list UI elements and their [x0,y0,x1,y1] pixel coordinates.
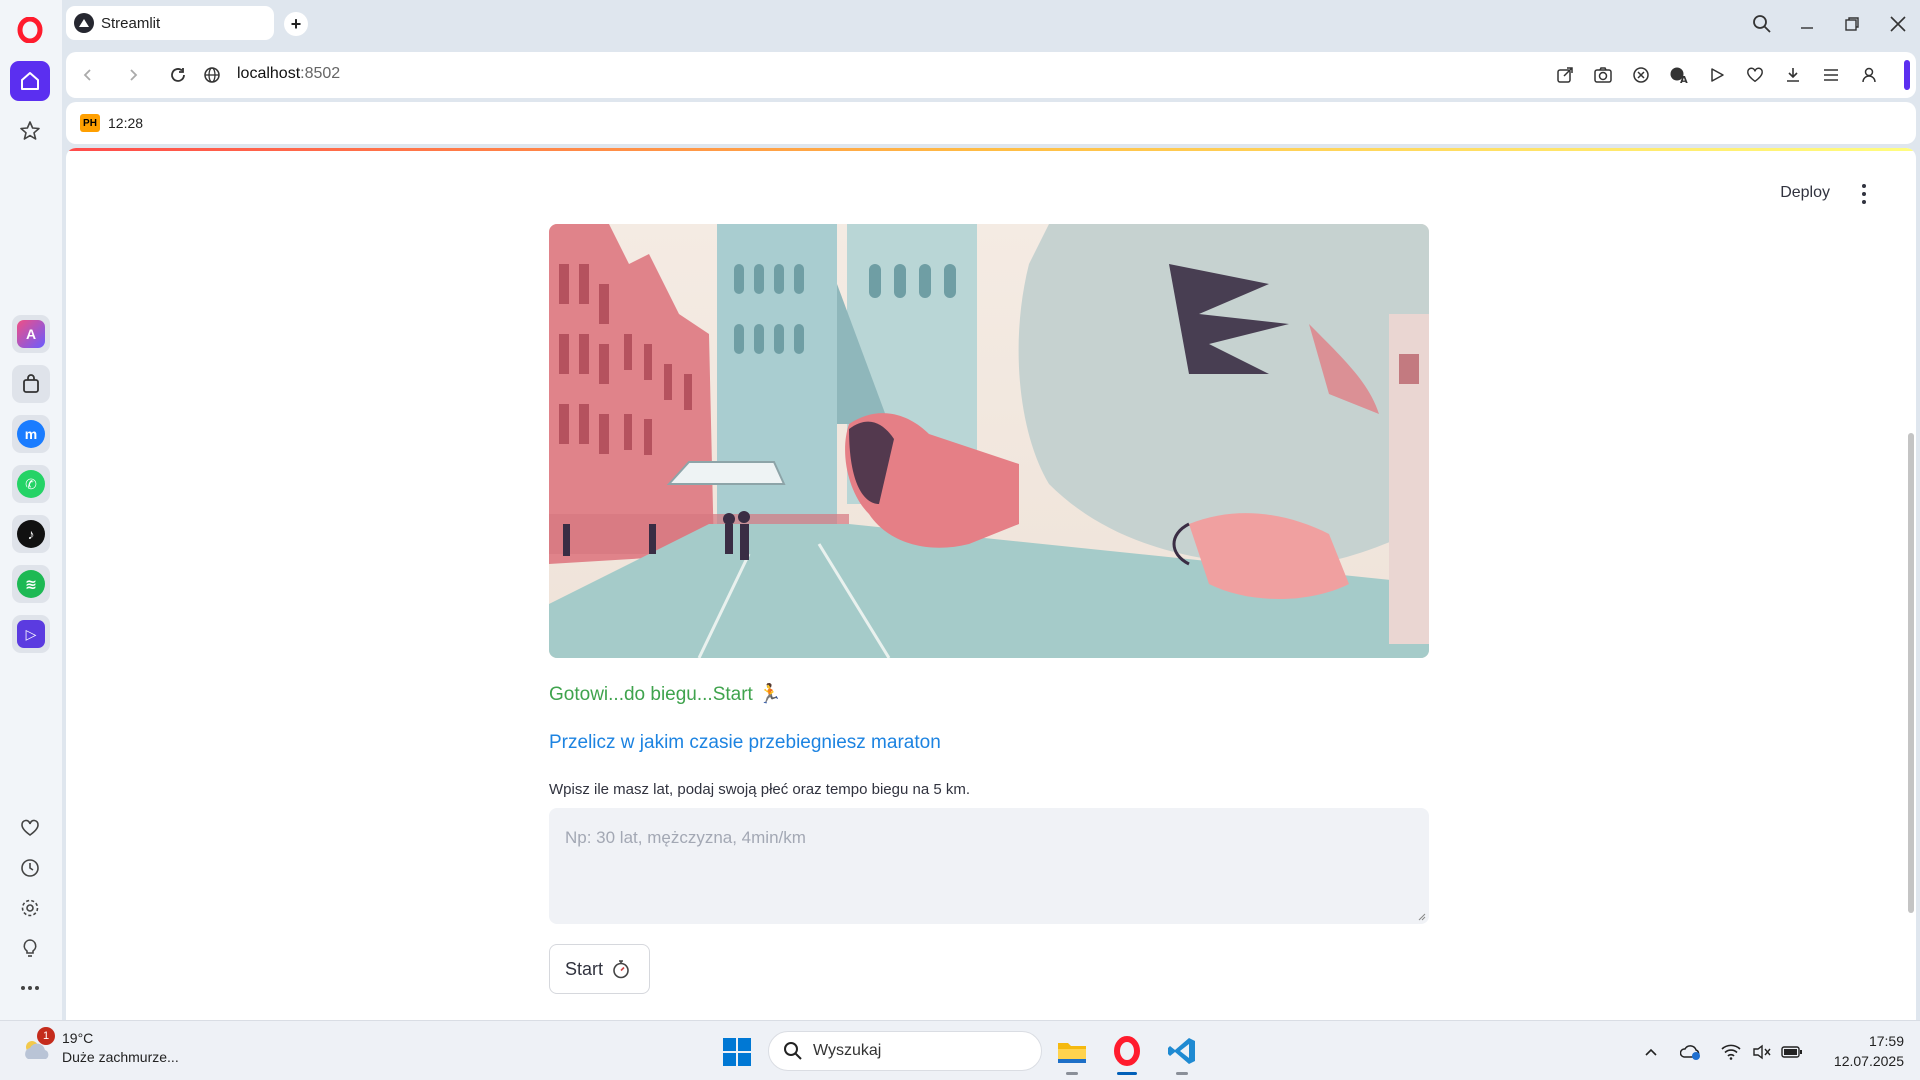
runner-info-textarea[interactable]: Np: 30 lat, mężczyzna, 4min/km [549,808,1429,924]
tab-title: Streamlit [101,14,161,32]
search-label: Wyszukaj [813,1042,882,1059]
search-tabs-icon[interactable] [1748,10,1776,38]
taskbar: 1 19°C Duże zachmurze... Wyszukaj 17:59 … [0,1020,1920,1080]
battery-icon[interactable] [1781,1041,1803,1063]
flow-icon[interactable] [1705,63,1729,87]
player-icon[interactable]: ▷ [12,615,50,653]
page-subheader: Przelicz w jakim czasie przebiegniesz ma… [549,732,941,753]
site-info-icon[interactable] [200,63,224,87]
restore-icon[interactable] [1838,10,1866,38]
shopping-bag-icon[interactable] [12,365,50,403]
opera-sidebar: A m ✆ ♪ ≋ ▷ [0,0,62,1020]
settings-icon[interactable] [10,888,50,928]
camera-icon[interactable] [1591,63,1615,87]
opera-logo-icon[interactable] [10,10,50,50]
start-button[interactable]: Start [549,944,651,994]
windows-start-icon[interactable] [722,1037,752,1067]
search-icon [784,1042,802,1060]
heart-icon[interactable] [1743,63,1767,87]
forward-icon[interactable] [121,63,145,87]
tiktok-icon[interactable]: ♪ [12,515,50,553]
ready-message: Gotowi...do biegu...Start 🏃 [549,684,782,705]
star-icon[interactable] [10,111,50,151]
more-icon[interactable] [10,968,50,1008]
streamlit-decoration-bar [66,148,1916,151]
main-menu-icon[interactable] [1854,182,1874,206]
new-tab-button[interactable]: + [284,12,308,36]
weather-desc: Duże zachmurze... [62,1049,179,1065]
scrollbar[interactable] [1908,433,1914,913]
clock-time: 17:59 [1868,1033,1904,1049]
start-button-label: Start [565,958,604,979]
url-port: :8502 [300,65,341,82]
bookmark-favicon-icon: PH [80,114,100,132]
menu-icon[interactable] [1819,63,1843,87]
profile-icon[interactable] [1857,63,1881,87]
url-host: localhost [237,65,301,82]
input-label: Wpisz ile masz lat, podaj swoją płeć ora… [549,781,971,798]
hero-image [549,224,1429,658]
vscode-icon[interactable] [1162,1031,1202,1075]
adblock-icon[interactable] [1629,63,1653,87]
address-bar: localhost:8502 A [66,52,1916,98]
taskbar-search[interactable]: Wyszukaj [768,1031,1042,1071]
download-icon[interactable] [1781,63,1805,87]
weather-widget[interactable]: 1 19°C Duże zachmurze... [20,1027,179,1067]
translate-icon[interactable]: A [1667,63,1691,87]
heart-icon[interactable] [10,808,50,848]
url-field[interactable]: localhost:8502 [237,65,340,83]
bookmarks-bar: PH 12:28 [66,102,1916,144]
history-icon[interactable] [10,848,50,888]
file-explorer-icon[interactable] [1052,1031,1092,1075]
bookmark-item[interactable]: 12:28 [108,115,143,131]
minimize-icon[interactable] [1793,10,1821,38]
bulb-icon[interactable] [10,928,50,968]
share-icon[interactable] [1553,63,1577,87]
system-clock[interactable]: 17:59 12.07.2025 [1834,1031,1904,1071]
textarea-placeholder: Np: 30 lat, mężczyzna, 4min/km [565,828,806,847]
streamlit-favicon-icon [74,13,94,33]
main-content: Gotowi...do biegu...Start 🏃 Przelicz w j… [549,224,1429,994]
back-icon[interactable] [76,63,100,87]
home-icon[interactable] [10,61,50,101]
volume-muted-icon[interactable] [1751,1041,1773,1063]
tab-strip: Streamlit + [62,0,1920,48]
whatsapp-icon[interactable]: ✆ [12,465,50,503]
weather-temp: 19°C [62,1030,94,1046]
clock-date: 12.07.2025 [1833,1053,1904,1069]
messenger-icon[interactable]: m [12,415,50,453]
spotify-icon[interactable]: ≋ [12,565,50,603]
aria-icon[interactable]: A [12,315,50,353]
chevron-up-icon[interactable] [1640,1041,1662,1063]
notification-badge: 1 [37,1027,55,1045]
sidebar-toggle[interactable] [1904,60,1910,90]
stopwatch-icon [613,960,629,979]
wifi-icon[interactable] [1720,1041,1742,1063]
reload-icon[interactable] [166,63,190,87]
page-viewport: Deploy Gotowi...do biegu...Start 🏃 Przel… [66,148,1916,1020]
svg-text:A: A [1680,75,1688,85]
tab-streamlit[interactable]: Streamlit [66,6,274,40]
opera-taskbar-icon[interactable] [1107,1031,1147,1075]
close-icon[interactable] [1884,10,1912,38]
resize-handle-icon[interactable] [1416,911,1426,921]
deploy-button[interactable]: Deploy [1780,184,1830,202]
onedrive-icon[interactable] [1680,1041,1702,1063]
